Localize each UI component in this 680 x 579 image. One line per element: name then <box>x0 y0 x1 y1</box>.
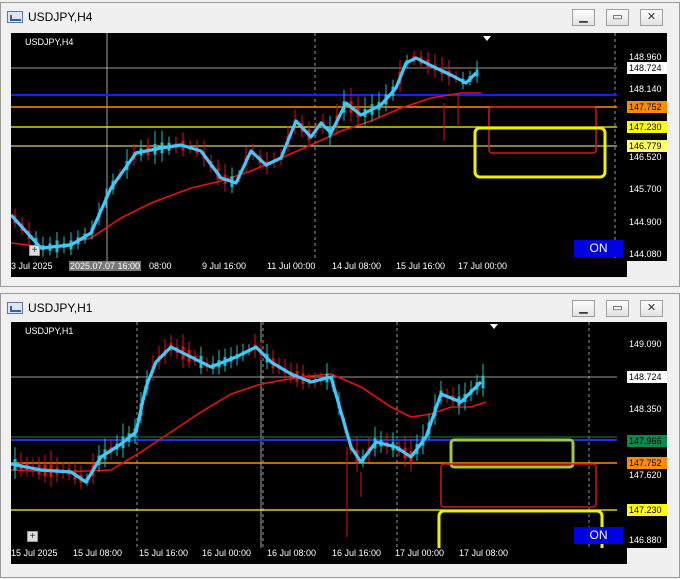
current-price-tag: 148.724 <box>627 371 667 383</box>
time-label: 17 Jul 00:00 <box>458 261 508 271</box>
time-axis: 15 Jul 2025 15 Jul 08:00 15 Jul 16:00 16… <box>11 548 627 564</box>
scroll-marker-icon <box>490 324 498 329</box>
price-level-tag: 147.230 <box>627 504 667 516</box>
restore-button[interactable]: ▭ <box>606 300 629 317</box>
time-label: 15 Jul 08:00 <box>73 548 123 558</box>
minimize-button[interactable]: ▁ <box>572 300 595 317</box>
price-axis-label: 145.700 <box>629 184 662 194</box>
time-label: 3 Jul 2025 <box>11 261 53 271</box>
time-label: 15 Jul 16:00 <box>396 261 446 271</box>
price-axis-label: 144.900 <box>629 217 662 227</box>
price-axis-label: 146.520 <box>629 152 662 162</box>
chart-canvas[interactable] <box>11 322 667 548</box>
time-axis: 3 Jul 2025 2025.07.07 16:00 9 Jul 16:00 … <box>11 261 627 277</box>
minimize-button[interactable]: ▁ <box>572 9 595 26</box>
price-axis-label: 149.090 <box>629 339 662 349</box>
chart-canvas[interactable] <box>11 33 667 261</box>
plus-icon[interactable]: + <box>29 245 40 256</box>
price-axis-label: 146.880 <box>629 535 662 545</box>
time-label: 11 Jul 00:00 <box>267 261 316 271</box>
price-axis-label: 144.080 <box>629 249 662 259</box>
time-label: 15 Jul 16:00 <box>139 548 189 558</box>
price-axis-label: 148.960 <box>629 52 662 62</box>
time-label: 16 Jul 16:00 <box>332 548 382 558</box>
price-level-tag: 147.230 <box>627 121 667 133</box>
time-label: 16 Jul 00:00 <box>202 548 252 558</box>
time-label: 9 Jul 16:00 <box>202 261 247 271</box>
symbol-label: USDJPY,H4 <box>25 37 74 47</box>
on-button[interactable]: ON <box>574 240 623 257</box>
close-button[interactable]: ✕ <box>640 300 663 317</box>
window-titlebar[interactable]: USDJPY,H1 ▁ ▭ ✕ <box>1 294 679 322</box>
window-title: USDJPY,H1 <box>28 301 93 315</box>
chart-window-h4: USDJPY,H4 ▁ ▭ ✕ USDJPY,H4 148.960 148.14… <box>0 2 680 287</box>
window-titlebar[interactable]: USDJPY,H4 ▁ ▭ ✕ <box>1 3 679 31</box>
candle-body <box>481 375 485 389</box>
chart-window-h1: USDJPY,H1 ▁ ▭ ✕ USDJPY,H1 149.090 148.35… <box>0 293 680 578</box>
chart-window-icon <box>7 302 23 314</box>
price-level-tag: 146.779 <box>627 140 667 152</box>
close-button[interactable]: ✕ <box>640 9 663 26</box>
price-axis-label: 147.620 <box>629 470 662 480</box>
scroll-marker-icon <box>483 36 491 41</box>
symbol-label: USDJPY,H1 <box>25 326 74 336</box>
on-button[interactable]: ON <box>574 527 623 544</box>
price-chart[interactable]: USDJPY,H1 149.090 148.350 147.620 146.88… <box>11 322 667 548</box>
slow-ma-line <box>11 373 487 473</box>
time-label: 17 Jul 08:00 <box>459 548 509 558</box>
restore-button[interactable]: ▭ <box>606 9 629 26</box>
chart-window-icon <box>7 11 23 23</box>
zone-rectangle <box>440 463 597 508</box>
fast-ma-line <box>11 56 478 250</box>
price-axis-label: 148.350 <box>629 404 662 414</box>
time-label: 16 Jul 08:00 <box>267 548 317 558</box>
price-level-tag: 147.752 <box>627 457 667 469</box>
price-chart[interactable]: USDJPY,H4 148.960 148.140 146.520 145.70… <box>11 33 667 261</box>
time-label: 17 Jul 00:00 <box>395 548 445 558</box>
time-cursor-label: 2025.07.07 16:00 <box>69 261 142 271</box>
price-level-tag: 147.966 <box>627 435 667 447</box>
time-label: 14 Jul 08:00 <box>332 261 382 271</box>
price-axis-label: 148.140 <box>629 84 662 94</box>
plus-icon[interactable]: + <box>27 531 38 542</box>
current-price-tag: 148.724 <box>627 62 667 74</box>
time-label: 08:00 <box>149 261 172 271</box>
window-title: USDJPY,H4 <box>28 10 93 24</box>
price-level-tag: 147.752 <box>627 101 667 113</box>
time-label: 15 Jul 2025 <box>11 548 58 558</box>
